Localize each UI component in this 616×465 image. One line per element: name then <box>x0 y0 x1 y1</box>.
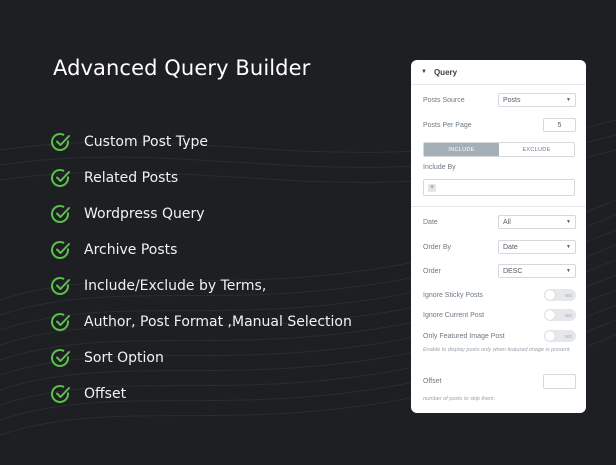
order-row: Order DESC ▼ <box>423 264 576 278</box>
feature-item: Offset <box>50 376 352 412</box>
include-exclude-tabs: INCLUDE EXCLUDE <box>423 142 575 157</box>
ignore-current-row: Ignore Current Post NO <box>423 309 576 321</box>
toggle-state: NO <box>565 333 572 339</box>
ignore-sticky-row: Ignore Sticky Posts NO <box>423 289 576 301</box>
feature-item: Wordpress Query <box>50 196 352 232</box>
date-value: All <box>503 218 511 226</box>
order-select[interactable]: DESC ▼ <box>498 264 576 278</box>
toggle-state: NO <box>565 312 572 318</box>
chevron-down-icon: ▼ <box>566 244 571 250</box>
order-label: Order <box>423 267 441 275</box>
plus-icon[interactable]: + <box>428 183 436 192</box>
posts-source-label: Posts Source <box>423 96 465 104</box>
chevron-down-icon: ▼ <box>566 97 571 103</box>
toggle-state: NO <box>565 292 572 298</box>
check-circle-icon <box>51 241 70 259</box>
feature-item: Custom Post Type <box>50 124 352 160</box>
order-by-select[interactable]: Date ▼ <box>498 240 576 254</box>
feature-label: Author, Post Format ,Manual Selection <box>84 314 352 330</box>
feature-label: Include/Exclude by Terms, <box>84 278 267 294</box>
feature-label: Archive Posts <box>84 242 178 258</box>
check-circle-icon <box>51 133 70 151</box>
chevron-down-icon: ▼ <box>566 219 571 225</box>
check-circle-icon <box>51 277 70 295</box>
section-divider <box>411 206 586 207</box>
posts-source-row: Posts Source Posts ▼ <box>423 93 576 107</box>
caret-down-icon: ▼ <box>421 69 427 75</box>
featured-image-note: Enable to display posts only when featur… <box>423 347 571 353</box>
ignore-sticky-label: Ignore Sticky Posts <box>423 291 483 299</box>
feature-label: Sort Option <box>84 350 164 366</box>
order-by-label: Order By <box>423 243 452 251</box>
feature-label: Custom Post Type <box>84 134 208 150</box>
feature-item: Author, Post Format ,Manual Selection <box>50 304 352 340</box>
feature-label: Related Posts <box>84 170 179 186</box>
order-by-value: Date <box>503 243 518 251</box>
only-featured-label: Only Featured Image Post <box>423 332 505 340</box>
offset-label: Offset <box>423 378 442 385</box>
chevron-down-icon: ▼ <box>566 268 571 274</box>
include-by-label: Include By <box>423 164 456 171</box>
section-title: Query <box>433 67 458 77</box>
page-title: Advanced Query Builder <box>53 56 311 80</box>
toggle-knob <box>545 290 555 300</box>
ignore-current-toggle[interactable]: NO <box>544 309 576 321</box>
tab-exclude[interactable]: EXCLUDE <box>499 143 574 156</box>
tab-include[interactable]: INCLUDE <box>424 143 499 156</box>
posts-source-value: Posts <box>503 96 521 104</box>
only-featured-row: Only Featured Image Post NO <box>423 330 576 342</box>
query-section-header[interactable]: ▼ Query <box>411 60 586 85</box>
check-circle-icon <box>51 169 70 187</box>
feature-item: Related Posts <box>50 160 352 196</box>
toggle-knob <box>545 310 555 320</box>
query-settings-panel: ▼ Query Posts Source Posts ▼ Posts Per P… <box>411 60 586 413</box>
feature-label: Offset <box>84 386 127 402</box>
posts-per-page-label: Posts Per Page <box>423 121 472 129</box>
posts-per-page-input[interactable]: 5 <box>543 118 576 132</box>
order-by-row: Order By Date ▼ <box>423 240 576 254</box>
offset-row: Offset <box>423 374 576 389</box>
feature-item: Sort Option <box>50 340 352 376</box>
only-featured-toggle[interactable]: NO <box>544 330 576 342</box>
include-by-field[interactable]: + <box>423 179 575 196</box>
posts-source-select[interactable]: Posts ▼ <box>498 93 576 107</box>
include-by-row: Include By <box>423 164 576 171</box>
ignore-current-label: Ignore Current Post <box>423 311 485 319</box>
check-circle-icon <box>51 313 70 331</box>
check-circle-icon <box>51 205 70 223</box>
feature-list: Custom Post Type Related Posts Wordpress… <box>50 124 352 412</box>
date-select[interactable]: All ▼ <box>498 215 576 229</box>
order-value: DESC <box>503 267 523 275</box>
feature-item: Include/Exclude by Terms, <box>50 268 352 304</box>
feature-item: Archive Posts <box>50 232 352 268</box>
offset-note: number of posts to skip them. <box>423 396 496 402</box>
date-row: Date All ▼ <box>423 215 576 229</box>
check-circle-icon <box>51 385 70 403</box>
check-circle-icon <box>51 349 70 367</box>
ignore-sticky-toggle[interactable]: NO <box>544 289 576 301</box>
feature-label: Wordpress Query <box>84 206 205 222</box>
toggle-knob <box>545 331 555 341</box>
offset-input[interactable] <box>543 374 576 389</box>
date-label: Date <box>423 218 438 226</box>
posts-per-page-row: Posts Per Page 5 <box>423 118 576 132</box>
